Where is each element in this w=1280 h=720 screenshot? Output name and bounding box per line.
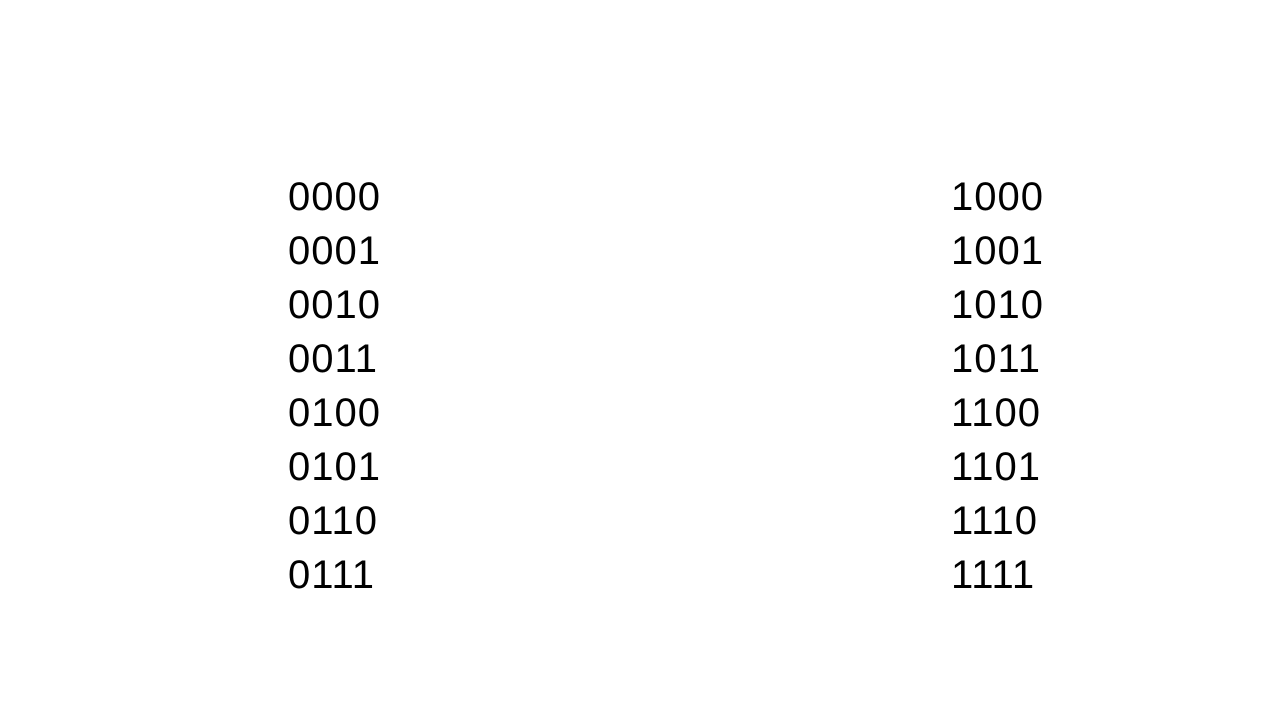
binary-value: 1101: [951, 440, 1044, 494]
binary-list-container: 0000 0001 0010 0011 0100 0101 0110 0111 …: [0, 170, 1280, 602]
binary-column-right: 1000 1001 1010 1011 1100 1101 1110 1111: [951, 170, 1044, 602]
binary-value: 0101: [288, 440, 381, 494]
binary-value: 1100: [951, 386, 1044, 440]
binary-value: 0011: [288, 332, 381, 386]
binary-value: 1011: [951, 332, 1044, 386]
binary-value: 0111: [288, 548, 381, 602]
binary-value: 1110: [951, 494, 1044, 548]
binary-value: 0010: [288, 278, 381, 332]
binary-value: 0000: [288, 170, 381, 224]
binary-value: 1111: [951, 548, 1044, 602]
binary-value: 1010: [951, 278, 1044, 332]
binary-value: 1000: [951, 170, 1044, 224]
binary-value: 1001: [951, 224, 1044, 278]
binary-value: 0110: [288, 494, 381, 548]
binary-value: 0100: [288, 386, 381, 440]
binary-value: 0001: [288, 224, 381, 278]
binary-column-left: 0000 0001 0010 0011 0100 0101 0110 0111: [288, 170, 381, 602]
